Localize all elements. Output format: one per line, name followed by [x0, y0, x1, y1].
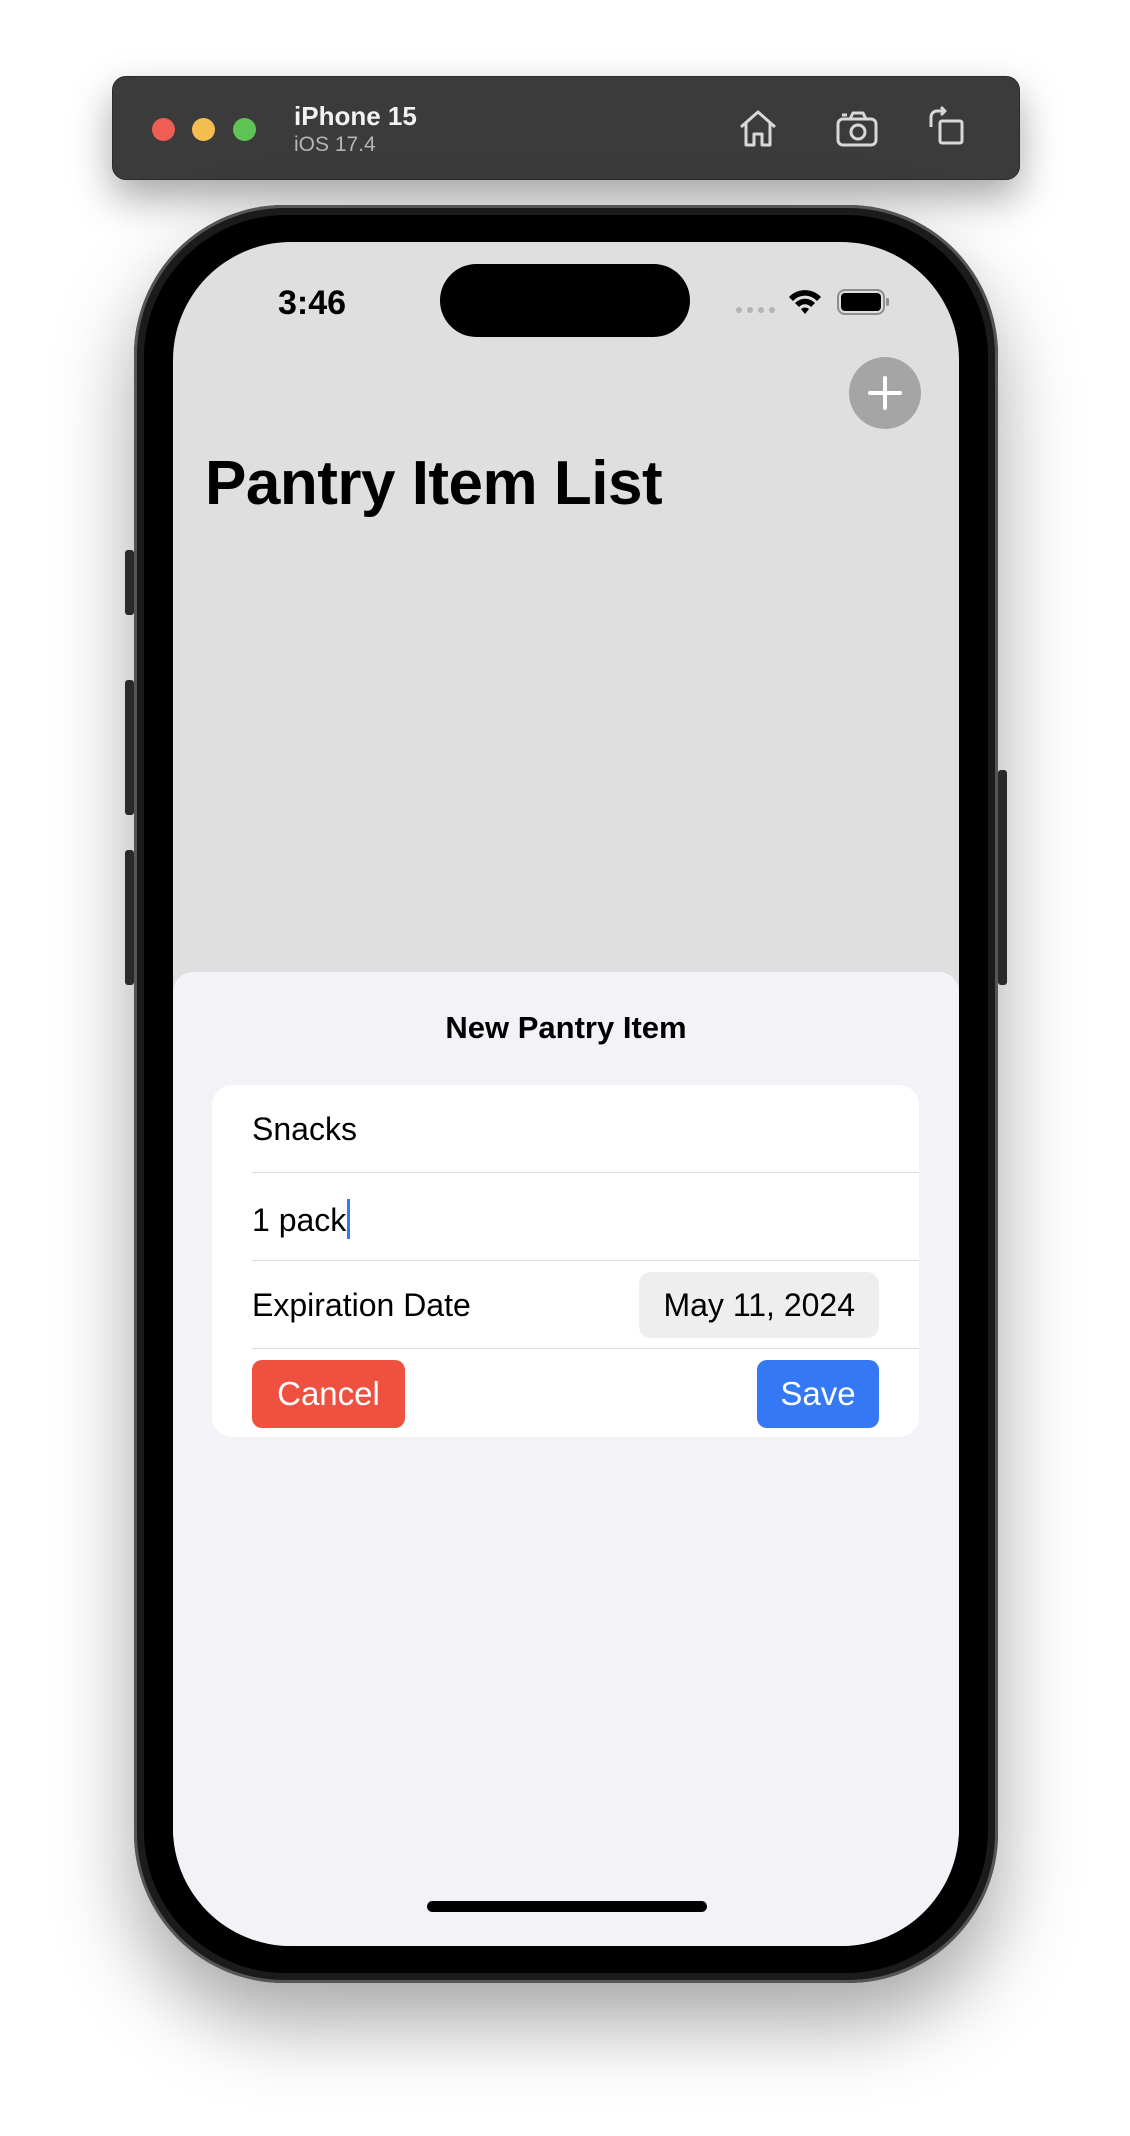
plus-icon	[868, 376, 902, 410]
wifi-icon	[789, 290, 821, 314]
status-time: 3:46	[278, 284, 347, 322]
rotate-icon[interactable]	[923, 103, 973, 153]
device-screen: 3:46 Pantry Item List New Pantry Item Sn…	[173, 242, 959, 1946]
sheet-title: New Pantry Item	[445, 1010, 687, 1045]
signal-dots-icon	[736, 307, 775, 313]
expiration-date-picker[interactable]: May 11, 2024	[639, 1272, 879, 1338]
form-card: Snacks 1 pack Expiration Date May 11, 20…	[212, 1085, 919, 1437]
new-item-sheet: New Pantry Item Snacks 1 pack Expiration…	[173, 972, 959, 1946]
volume-up-button	[125, 680, 134, 815]
side-button	[998, 770, 1007, 985]
home-indicator[interactable]	[427, 1901, 707, 1912]
volume-down-button	[125, 850, 134, 985]
close-window-button[interactable]	[152, 118, 175, 141]
action-button	[125, 550, 134, 615]
simulator-os-version: iOS 17.4	[294, 133, 376, 156]
expiration-label: Expiration Date	[252, 1287, 471, 1323]
iphone-frame: 3:46 Pantry Item List New Pantry Item Sn…	[125, 205, 1007, 1983]
minimize-window-button[interactable]	[192, 118, 215, 141]
expiration-row: Expiration Date May 11, 2024	[252, 1261, 919, 1349]
quantity-row: 1 pack	[252, 1173, 919, 1261]
screenshot-icon[interactable]	[833, 103, 883, 153]
home-icon[interactable]	[733, 103, 783, 153]
simulator-title-bar: iPhone 15 iOS 17.4	[112, 76, 1020, 180]
cancel-button[interactable]: Cancel	[252, 1360, 405, 1428]
battery-icon	[837, 289, 889, 315]
name-row: Snacks	[252, 1085, 919, 1173]
text-caret	[347, 1199, 351, 1239]
add-item-button[interactable]	[849, 357, 921, 429]
name-field[interactable]: Snacks	[252, 1111, 357, 1148]
quantity-value: 1 pack	[252, 1202, 347, 1238]
simulator-device-name: iPhone 15	[294, 101, 417, 131]
save-button[interactable]: Save	[757, 1360, 879, 1428]
quantity-field[interactable]: 1 pack	[252, 1199, 351, 1239]
page-title: Pantry Item List	[205, 449, 663, 518]
dynamic-island	[440, 264, 690, 337]
zoom-window-button[interactable]	[233, 118, 256, 141]
